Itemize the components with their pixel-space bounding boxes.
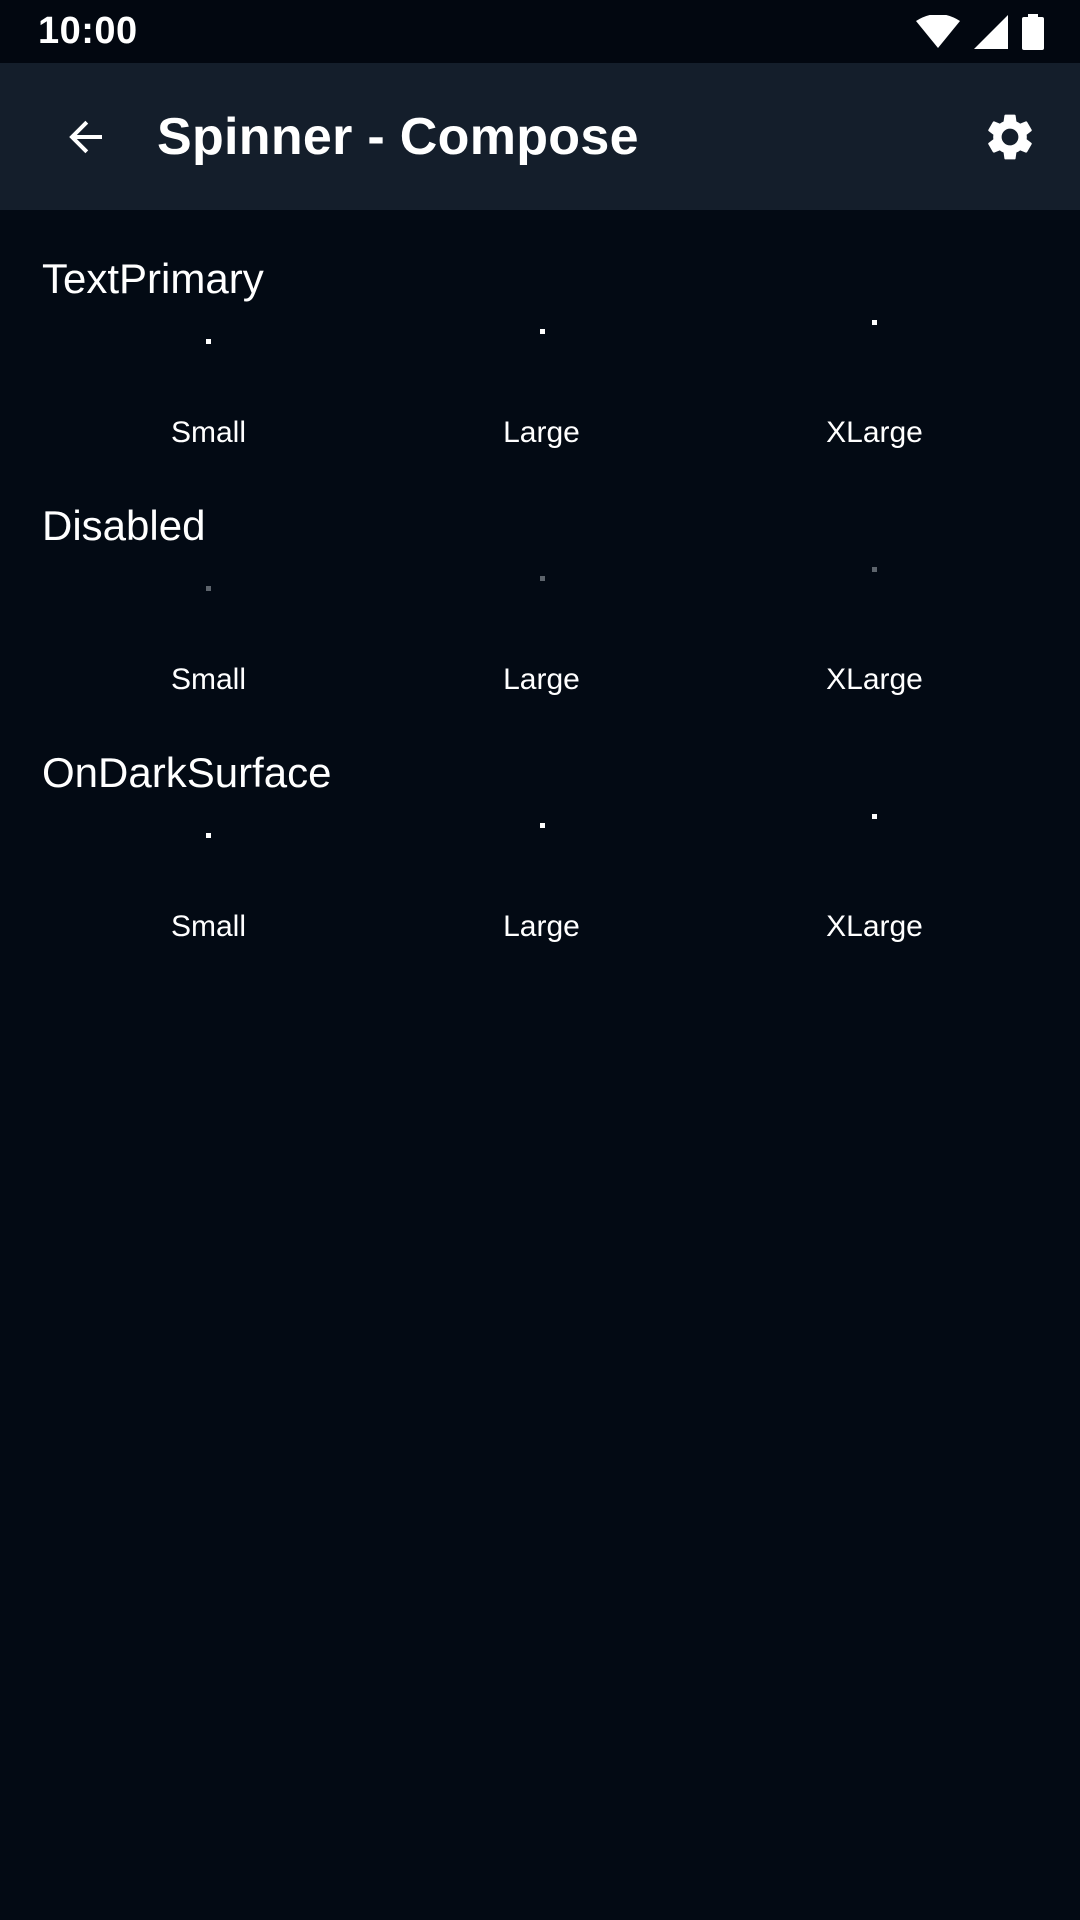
status-time: 10:00 [38,10,138,52]
spinner-label: XLarge [826,416,923,449]
spinner-label: Large [503,416,580,449]
spinner-row: Small Large XLarge [0,457,1080,704]
spinner-indicator [206,586,211,591]
spinner-indicator [206,339,211,344]
section-on-dark-surface: Small Large XLarge OnDarkSurface [0,704,1080,951]
content: Small Large XLarge TextPrimary Small Lar… [0,210,1080,951]
spinner-indicator [872,814,877,819]
spinner-label: XLarge [826,663,923,696]
spinner-label: Small [170,910,246,943]
spinner-indicator [872,567,877,572]
section-text-primary: Small Large XLarge TextPrimary [0,210,1080,457]
battery-icon [1022,14,1044,50]
spinner-label: Small [170,663,246,696]
settings-button[interactable] [960,87,1060,187]
spinner-indicator [206,833,211,838]
section-title: OnDarkSurface [42,749,332,796]
spinner-row: Small Large XLarge [0,704,1080,951]
spinner-row: Small Large XLarge [0,210,1080,457]
back-button[interactable] [36,87,136,187]
section-disabled: Small Large XLarge Disabled [0,457,1080,704]
signal-icon [974,15,1008,49]
spinner-indicator [540,823,545,828]
spinner-indicator [872,320,877,325]
section-title: TextPrimary [42,255,264,302]
arrow-back-icon [69,120,102,154]
spinner-label: Small [170,416,246,449]
spinner-label: Large [503,910,580,943]
section-title: Disabled [42,502,206,549]
status-bar: 10:00 [0,0,1080,63]
status-icons [916,12,1044,52]
page-title: Spinner - Compose [157,108,639,166]
gear-icon [988,114,1032,160]
spinner-indicator [540,329,545,334]
wifi-icon [916,15,960,48]
app-bar: Spinner - Compose [0,63,1080,210]
spinner-label: XLarge [826,910,923,943]
spinner-label: Large [503,663,580,696]
spinner-indicator [540,576,545,581]
